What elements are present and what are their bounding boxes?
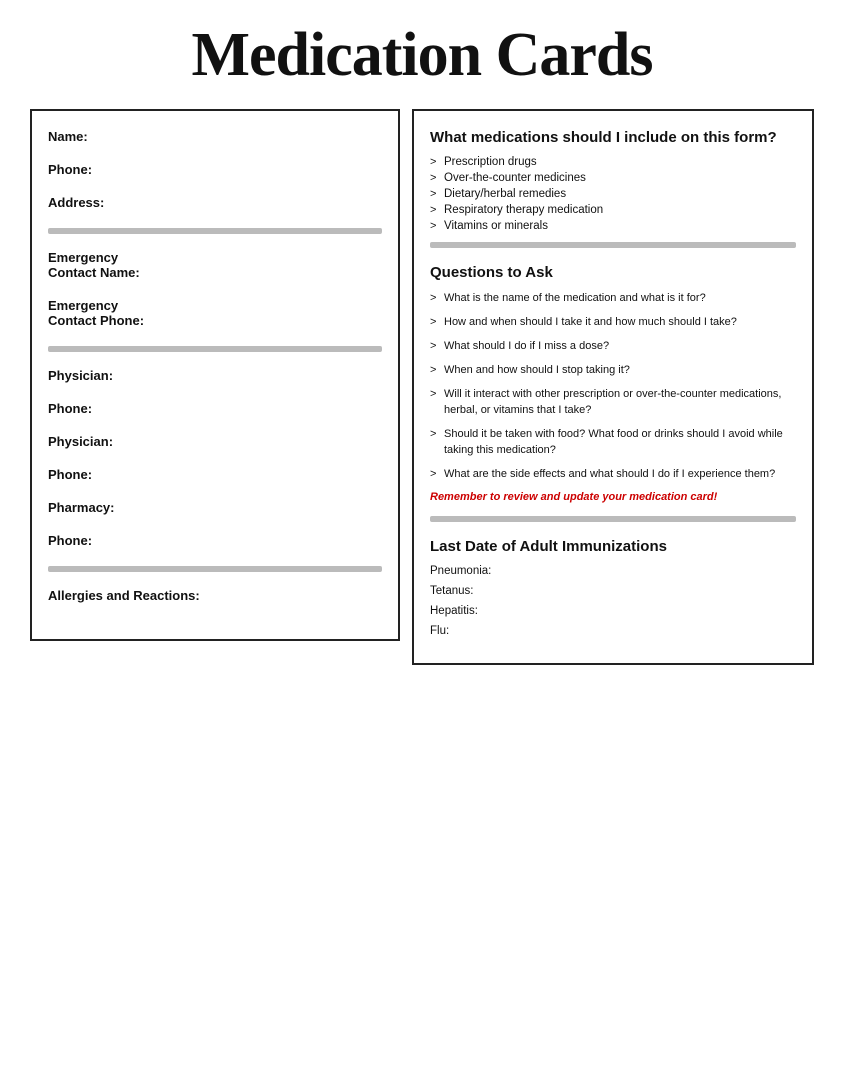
tetanus-label: Tetanus: [430, 585, 796, 597]
phone-field: Phone: [48, 162, 382, 177]
right-card: What medications should I include on thi… [412, 109, 814, 665]
immunizations-section-title: Last Date of Adult Immunizations [430, 538, 796, 555]
list-item: What are the side effects and what shoul… [430, 467, 796, 483]
emergency-contact-phone-label: Emergency Contact Phone: [48, 298, 382, 328]
list-item: Over-the-counter medicines [430, 172, 796, 184]
list-item: Should it be taken with food? What food … [430, 427, 796, 459]
pharmacy-phone-field: Phone: [48, 533, 382, 548]
list-item: When and how should I stop taking it? [430, 363, 796, 379]
list-item: What should I do if I miss a dose? [430, 339, 796, 355]
divider-5 [430, 516, 796, 522]
questions-list: What is the name of the medication and w… [430, 291, 796, 482]
cards-row: Name: Phone: Address: Emergency Contact … [30, 109, 814, 665]
divider-4 [430, 242, 796, 248]
allergies-field: Allergies and Reactions: [48, 588, 382, 603]
physician-phone-1-label: Phone: [48, 401, 382, 416]
divider-3 [48, 566, 382, 572]
questions-section-title: Questions to Ask [430, 264, 796, 281]
emergency-contact-name-label: Emergency Contact Name: [48, 250, 382, 280]
divider-1 [48, 228, 382, 234]
phone-label: Phone: [48, 162, 382, 177]
list-item: Vitamins or minerals [430, 220, 796, 232]
pneumonia-label: Pneumonia: [430, 565, 796, 577]
list-item: What is the name of the medication and w… [430, 291, 796, 307]
emergency-contact-name-field: Emergency Contact Name: [48, 250, 382, 280]
physician-2-label: Physician: [48, 434, 382, 449]
list-item: Will it interact with other prescription… [430, 387, 796, 419]
pharmacy-field: Pharmacy: [48, 500, 382, 515]
divider-2 [48, 346, 382, 352]
physician-phone-2-field: Phone: [48, 467, 382, 482]
medications-list: Prescription drugs Over-the-counter medi… [430, 156, 796, 232]
list-item: Dietary/herbal remedies [430, 188, 796, 200]
name-label: Name: [48, 129, 382, 144]
hepatitis-label: Hepatitis: [430, 605, 796, 617]
physician-phone-2-label: Phone: [48, 467, 382, 482]
emergency-contact-phone-field: Emergency Contact Phone: [48, 298, 382, 328]
list-item: Respiratory therapy medication [430, 204, 796, 216]
name-field: Name: [48, 129, 382, 144]
physician-1-label: Physician: [48, 368, 382, 383]
flu-label: Flu: [430, 625, 796, 637]
reminder-text: Remember to review and update your medic… [430, 490, 796, 505]
pharmacy-phone-label: Phone: [48, 533, 382, 548]
left-card: Name: Phone: Address: Emergency Contact … [30, 109, 400, 641]
page-title: Medication Cards [30, 20, 814, 91]
physician-phone-1-field: Phone: [48, 401, 382, 416]
list-item: Prescription drugs [430, 156, 796, 168]
address-label: Address: [48, 195, 382, 210]
physician-1-field: Physician: [48, 368, 382, 383]
medications-section-title: What medications should I include on thi… [430, 129, 796, 146]
address-field: Address: [48, 195, 382, 210]
physician-2-field: Physician: [48, 434, 382, 449]
pharmacy-label: Pharmacy: [48, 500, 382, 515]
allergies-label: Allergies and Reactions: [48, 588, 382, 603]
list-item: How and when should I take it and how mu… [430, 315, 796, 331]
